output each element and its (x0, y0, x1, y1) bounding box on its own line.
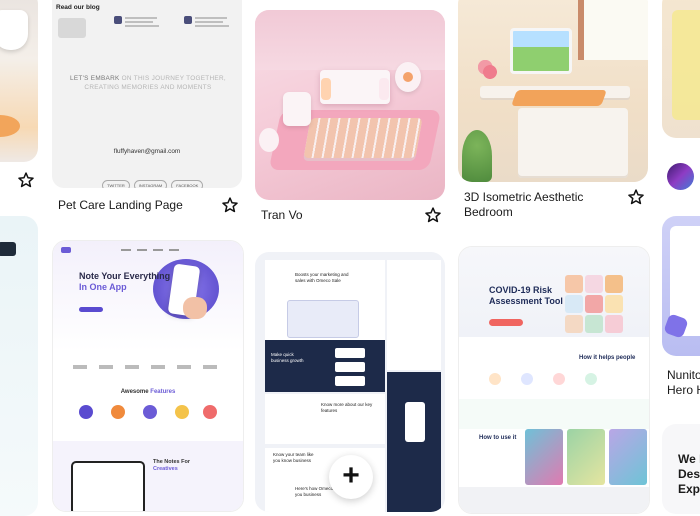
pin-right-partial[interactable] (662, 0, 700, 138)
pin-caption[interactable]: Tran Vo (261, 208, 303, 223)
chip-graphic (0, 242, 16, 256)
features-heading: Awesome Features (120, 389, 176, 395)
section-heading: How it helps people (579, 355, 636, 361)
cta-button (79, 307, 103, 312)
window-graphic (578, 0, 648, 60)
contact-email: fluffyhaven@gmail.com (113, 148, 181, 155)
bathtub-graphic (0, 10, 28, 50)
feature-icon (143, 405, 157, 419)
pin-left-partial[interactable] (0, 216, 38, 516)
tablet-graphic (71, 461, 145, 511)
social-facebook: FACEBOOK (171, 180, 204, 188)
pin-notes-app-landing[interactable]: Note Your Everything In One App Awesome … (52, 240, 244, 512)
speaker-graphic (259, 128, 279, 152)
pin-pet-care-landing[interactable]: Read our blog LET'S EMBARK ON THIS JOURN… (52, 0, 242, 188)
feature-icon (203, 405, 217, 419)
avatar[interactable] (667, 163, 694, 190)
hero-title: COVID-19 Risk Assessment Tool (489, 285, 563, 306)
embark-tagline: LET'S EMBARK ON THIS JOURNEY TOGETHER, C… (70, 75, 226, 91)
rug-graphic (0, 115, 20, 137)
hero-title: Boosts your marketing and sales with Ome… (295, 272, 349, 283)
blog-entry (114, 16, 160, 36)
plant-graphic (462, 130, 492, 182)
save-star-icon[interactable] (221, 196, 239, 214)
add-button[interactable]: + (329, 455, 373, 499)
phone-graphic (405, 402, 425, 442)
pin-bathroom-partial[interactable] (0, 0, 38, 162)
cta-button (489, 319, 523, 326)
pin-pink-gaming-setup[interactable] (255, 10, 445, 200)
logo-icon (61, 247, 71, 253)
social-instagram: INSTAGRAM (133, 180, 168, 188)
pin-caption[interactable]: 3D Isometric Aesthetic Bedroom (464, 190, 624, 220)
save-star-icon[interactable] (627, 188, 645, 206)
monitor-graphic (510, 28, 572, 74)
notes-heading: The Notes For Creatives (153, 459, 190, 472)
illustration-grid (565, 275, 625, 341)
flowers-graphic (478, 60, 502, 84)
social-links: TWITTER INSTAGRAM FACEBOOK (102, 174, 242, 188)
pin-caption[interactable]: Nunito Hero H (667, 368, 700, 398)
blog-entry (184, 16, 230, 36)
keyboard-graphic (303, 118, 423, 158)
pin-nunito-hero-partial[interactable] (662, 216, 700, 356)
bunny-figure-graphic (283, 92, 311, 126)
photo-thumbnail (525, 429, 563, 485)
blog-heading: Read our blog (56, 4, 100, 11)
pin-isometric-bedroom[interactable] (458, 0, 648, 182)
speaker-graphic (395, 62, 421, 92)
pin-caption[interactable]: Pet Care Landing Page (58, 198, 183, 213)
blog-thumbnail (58, 18, 86, 38)
pin-design-partial[interactable]: We H Desig Expe (662, 424, 700, 514)
social-twitter: TWITTER (102, 180, 130, 188)
photo-thumbnail (609, 429, 647, 485)
photo-thumbnail (567, 429, 605, 485)
dashboard-graphic (287, 300, 359, 338)
feature-icon (79, 405, 93, 419)
pin-covid-risk-tool[interactable]: COVID-19 Risk Assessment Tool How it hel… (458, 246, 650, 514)
save-star-icon[interactable] (17, 171, 35, 189)
feature-icon (175, 405, 189, 419)
hero-title: Note Your Everything In One App (79, 271, 171, 292)
feature-icon (111, 405, 125, 419)
partial-heading: We H Desig Expe (678, 452, 700, 496)
save-star-icon[interactable] (424, 206, 442, 224)
section-heading: How to use it (479, 435, 517, 441)
